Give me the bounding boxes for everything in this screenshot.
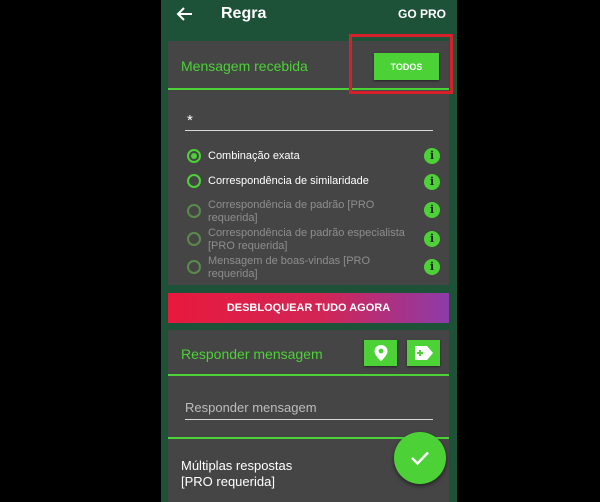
info-icon[interactable]: i — [424, 202, 440, 218]
received-message-input[interactable]: * — [185, 103, 433, 131]
app-bar: Regra GO PRO — [161, 0, 457, 33]
radio-label: Correspondência de padrão [PRO requerida… — [208, 199, 375, 224]
radio-unselected-icon — [187, 204, 201, 218]
info-icon[interactable]: i — [424, 148, 440, 164]
save-fab-button[interactable] — [394, 432, 446, 484]
radio-label: Mensagem de boas-vindas [PRO requerida] — [208, 255, 371, 280]
info-icon[interactable]: i — [424, 174, 440, 190]
phone-screen: Regra GO PRO Mensagem recebida TODOS * C… — [161, 0, 457, 502]
multiple-replies-text: Múltiplas respostas — [181, 458, 293, 473]
multiple-replies-label[interactable]: Múltiplas respostas [PRO requerida] — [181, 458, 292, 490]
divider — [168, 88, 449, 90]
go-pro-button[interactable]: GO PRO — [398, 7, 446, 21]
check-icon — [411, 451, 429, 466]
radio-selected-icon — [187, 149, 201, 163]
received-message-header: Mensagem recebida TODOS — [168, 41, 449, 91]
radio-label: Correspondência de similaridade — [208, 175, 369, 187]
arrow-left-icon[interactable] — [175, 4, 195, 24]
received-message-title: Mensagem recebida — [181, 58, 308, 74]
unlock-all-button[interactable]: DESBLOQUEAR TUDO AGORA — [168, 293, 449, 323]
info-icon[interactable]: i — [424, 231, 440, 247]
divider — [168, 374, 449, 376]
radio-label: Correspondência de padrão especialista [… — [208, 227, 405, 252]
location-button[interactable] — [364, 340, 397, 366]
received-message-card: Mensagem recebida TODOS * Combinação exa… — [168, 41, 449, 285]
pro-required-text: [PRO requerida] — [181, 474, 275, 489]
radio-label: Combinação exata — [208, 150, 300, 162]
tag-add-icon — [414, 346, 433, 360]
radio-unselected-icon — [187, 260, 201, 274]
todos-button[interactable]: TODOS — [374, 53, 439, 80]
reply-message-title: Responder mensagem — [181, 346, 323, 362]
page-title: Regra — [221, 5, 267, 22]
tag-add-button[interactable] — [407, 340, 440, 366]
reply-message-input[interactable]: Responder mensagem — [185, 392, 433, 420]
location-pin-icon — [374, 345, 387, 361]
info-icon[interactable]: i — [424, 259, 440, 275]
radio-unselected-icon — [187, 174, 201, 188]
radio-unselected-icon — [187, 232, 201, 246]
